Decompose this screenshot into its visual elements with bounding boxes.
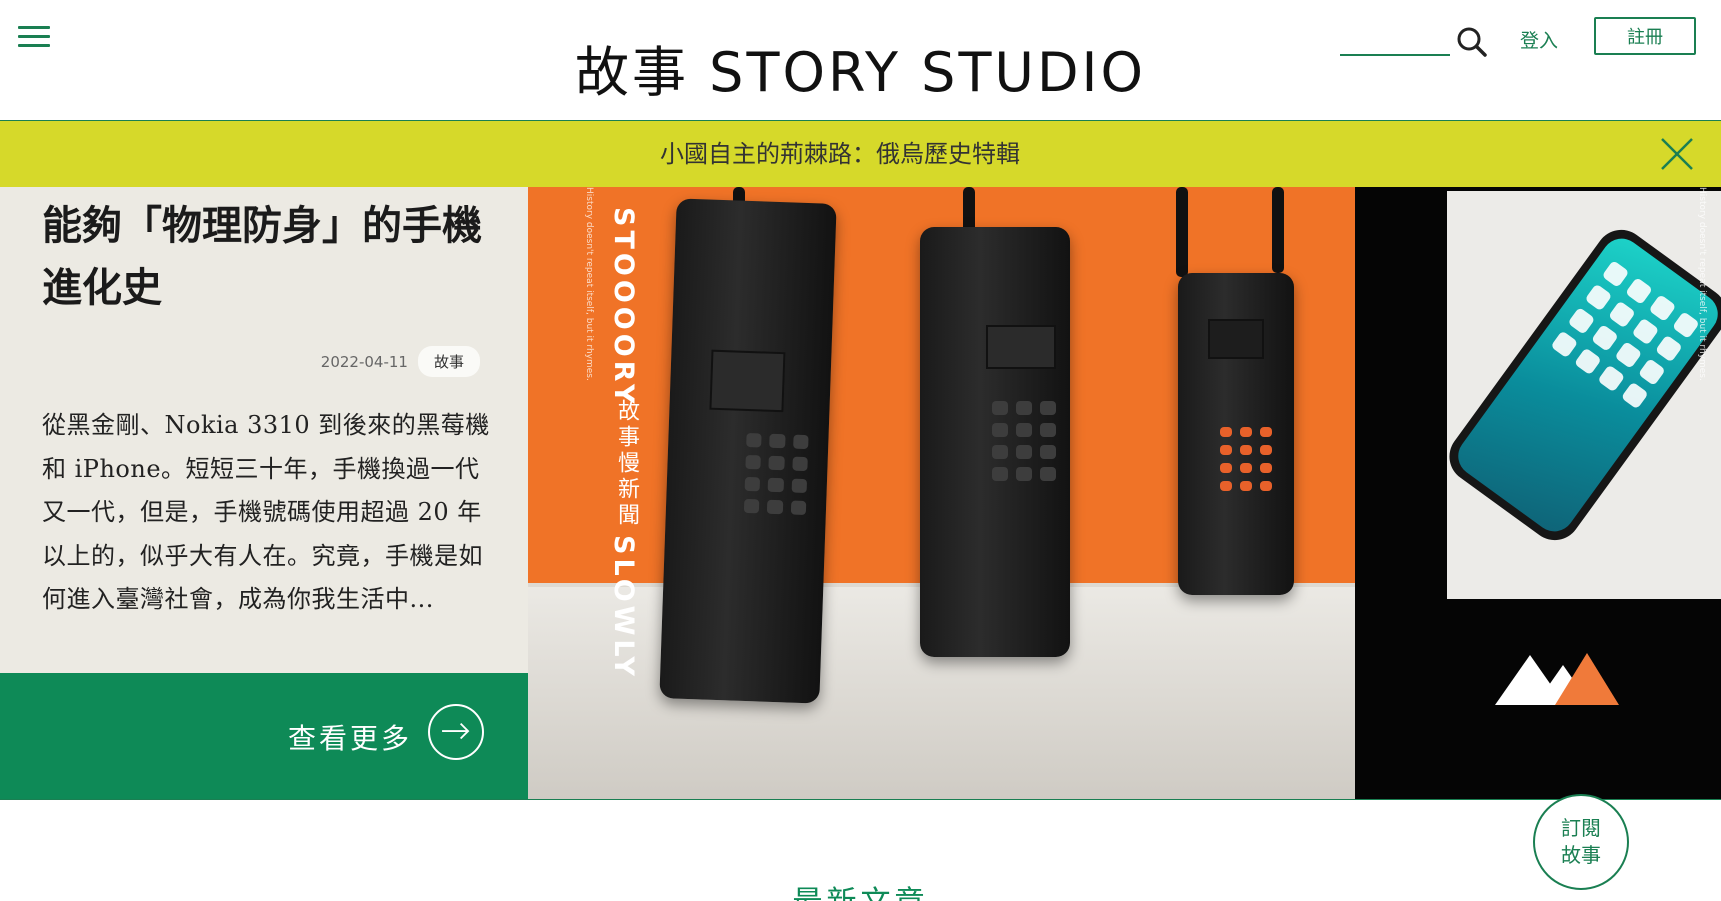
read-more-label: 查看更多 bbox=[287, 722, 412, 755]
read-more-button[interactable]: 查看更多 bbox=[0, 673, 528, 799]
search-icon[interactable] bbox=[1455, 25, 1489, 59]
antenna bbox=[1176, 187, 1188, 277]
small-phone-image bbox=[1178, 273, 1294, 595]
iphone-image bbox=[1447, 219, 1721, 551]
featured-hero: 能夠「物理防身」的手機進化史 2022-04-11 故事 從黑金剛、Nokia … bbox=[0, 187, 1721, 800]
featured-article-panel: 能夠「物理防身」的手機進化史 2022-04-11 故事 從黑金剛、Nokia … bbox=[0, 187, 528, 673]
article-excerpt: 從黑金剛、Nokia 3310 到後來的黑莓機和 iPhone。短短三十年，手機… bbox=[42, 411, 490, 613]
subscribe-label-line1: 訂閱 bbox=[1561, 816, 1601, 840]
iphone-photo bbox=[1447, 191, 1721, 599]
mid-phone-image bbox=[920, 227, 1070, 657]
brand-vertical: STOOOORY bbox=[608, 207, 639, 408]
tagline-vertical: History doesn't repeat itself, but it rh… bbox=[584, 187, 594, 381]
announcement-banner: 小國自主的荊棘路：俄烏歷史特輯 bbox=[0, 121, 1721, 187]
arrow-right-icon bbox=[428, 704, 484, 760]
search-input[interactable] bbox=[1340, 54, 1450, 56]
brand-vertical-cn: 故事慢新聞 bbox=[614, 399, 639, 529]
hero-photo-phones[interactable]: History doesn't repeat itself, but it rh… bbox=[528, 187, 1355, 799]
subscribe-label-line2: 故事 bbox=[1561, 843, 1601, 867]
banner-link[interactable]: 小國自主的荊棘路：俄烏歷史特輯 bbox=[0, 121, 1680, 187]
category-tag[interactable]: 故事 bbox=[417, 346, 480, 377]
section-title: 最新文章 bbox=[0, 882, 1721, 901]
brand-vertical-slowly: SLOWLY bbox=[608, 535, 639, 680]
article-meta: 2022-04-11 故事 bbox=[321, 346, 480, 377]
motorola-phone-image bbox=[659, 198, 837, 704]
article-date: 2022-04-11 bbox=[320, 352, 408, 371]
close-icon[interactable] bbox=[1660, 137, 1694, 171]
login-link[interactable]: 登入 bbox=[1520, 26, 1558, 53]
subscribe-button[interactable]: 訂閱 故事 bbox=[1533, 794, 1629, 890]
hero-photo-iphone[interactable]: History doesn't repeat itself, but it rh… bbox=[1355, 187, 1721, 799]
antenna bbox=[1272, 187, 1284, 273]
mountain-logo-icon bbox=[1495, 653, 1619, 705]
article-title[interactable]: 能夠「物理防身」的手機進化史 bbox=[42, 195, 492, 319]
tagline-vertical-right: History doesn't repeat itself, but it rh… bbox=[1697, 187, 1707, 381]
signup-button[interactable]: 註冊 bbox=[1594, 17, 1696, 55]
site-header: 故事 STORY STUDIO 登入 註冊 bbox=[0, 0, 1721, 121]
